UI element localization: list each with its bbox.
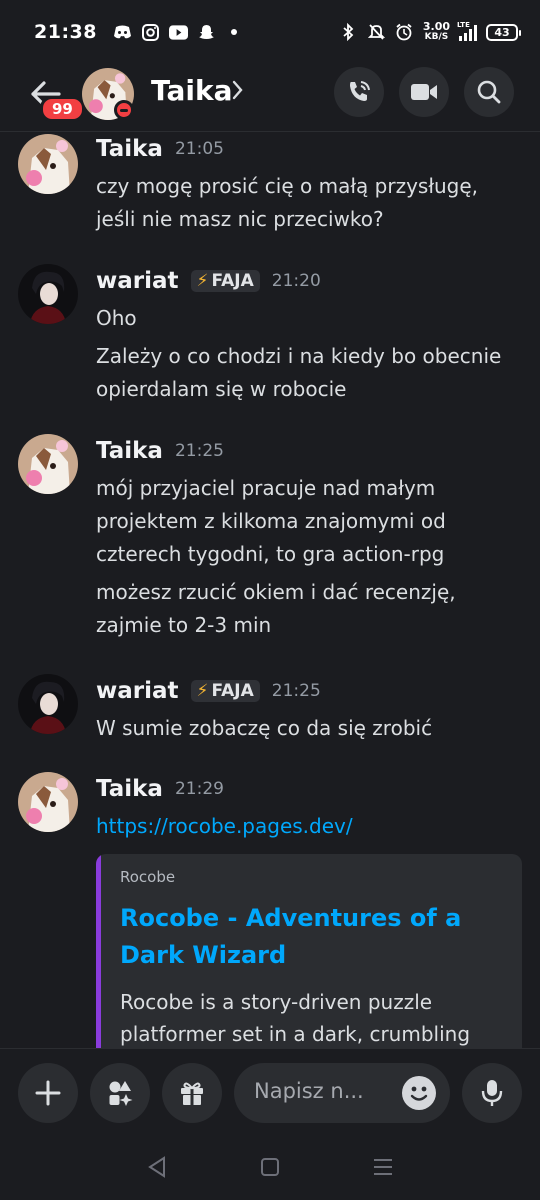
embed-description: Rocobe is a story-driven puzzle platform…	[120, 990, 471, 1046]
message-link: https://rocobe.pages.dev/	[96, 810, 516, 843]
status-time: 21:38	[34, 21, 97, 43]
message-input-placeholder: Napisz n...	[254, 1079, 364, 1103]
message-text: W sumie zobaczę co da się zrobić	[96, 716, 433, 740]
message-list[interactable]: Taika 21:05 czy mogę prosić cię o małą p…	[0, 132, 540, 1048]
notification-icons	[113, 23, 244, 42]
message-header: Taika 21:05	[96, 136, 224, 162]
message-text: Zależy o co chodzi i na kiedy bo obecnie…	[96, 344, 502, 401]
search-button[interactable]	[464, 67, 514, 117]
embed-provider[interactable]: Rocobe	[120, 868, 175, 886]
attach-button[interactable]	[18, 1063, 78, 1123]
timestamp: 21:20	[271, 271, 321, 291]
author-name[interactable]: wariat	[96, 678, 179, 704]
timestamp: 21:25	[174, 441, 224, 461]
timestamp: 21:29	[174, 779, 224, 799]
bell-muted-icon	[367, 23, 386, 42]
message-composer: Napisz n...	[0, 1048, 540, 1138]
status-right: 3.00 KB/S LTE 43	[339, 20, 521, 42]
emoji-icon[interactable]	[402, 1076, 436, 1110]
embed-accent-bar	[96, 854, 101, 1048]
message-header: wariat ⚡ FAJA 21:25	[96, 678, 321, 704]
phone-call-icon	[350, 81, 370, 101]
avatar[interactable]	[18, 134, 78, 194]
more-notifications-dot-icon	[225, 23, 244, 42]
search-icon	[477, 80, 501, 104]
chevron-right-icon[interactable]	[232, 80, 244, 104]
lightning-icon: ⚡	[196, 271, 209, 291]
net-speed: 3.00 KB/S	[422, 20, 450, 42]
apps-icon	[109, 1081, 133, 1106]
message-text: czy mogę prosić cię o małą przysługę, je…	[96, 174, 479, 231]
avatar[interactable]	[18, 434, 78, 494]
timestamp: 21:05	[174, 139, 224, 159]
signal-icon: LTE	[457, 21, 477, 41]
plus-icon	[35, 1080, 61, 1106]
avatar[interactable]	[18, 264, 78, 324]
nav-home-icon[interactable]	[259, 1156, 281, 1182]
status-dnd-indicator	[114, 100, 134, 120]
instagram-icon	[141, 23, 160, 42]
guild-tag-badge[interactable]: ⚡ FAJA	[190, 680, 260, 702]
bluetooth-icon	[339, 23, 358, 42]
youtube-icon	[168, 23, 188, 42]
lightning-icon: ⚡	[196, 681, 209, 701]
message-text: mój przyjaciel pracuje nad małym projekt…	[96, 476, 446, 566]
message-header: Taika 21:25	[96, 438, 224, 464]
snapchat-icon	[197, 23, 216, 42]
alarm-icon	[395, 23, 414, 42]
chat-header: 99 Taika	[0, 64, 540, 132]
unread-count-badge: 99	[40, 96, 85, 122]
gift-icon	[181, 1082, 203, 1105]
video-call-button[interactable]	[399, 67, 449, 117]
author-name[interactable]: Taika	[96, 776, 163, 802]
discord-icon	[113, 23, 132, 42]
status-bar: 21:38 3.00 KB/S LTE 43	[0, 0, 540, 64]
voice-call-button[interactable]	[334, 67, 384, 117]
message-text: możesz rzucić okiem i dać recenzję, zajm…	[96, 580, 456, 637]
battery-indicator: 43	[486, 23, 521, 41]
page-title[interactable]: Taika	[151, 74, 233, 107]
video-camera-icon	[411, 84, 437, 100]
apps-button[interactable]	[90, 1063, 150, 1123]
microphone-icon	[481, 1080, 503, 1106]
message-header: wariat ⚡ FAJA 21:20	[96, 268, 321, 294]
avatar[interactable]	[18, 674, 78, 734]
gift-button[interactable]	[162, 1063, 222, 1123]
timestamp: 21:25	[271, 681, 321, 701]
link-embed[interactable]: Rocobe Rocobe - Adventures of a Dark Wiz…	[96, 854, 522, 1048]
system-nav-bar	[0, 1138, 540, 1200]
message-text: Oho	[96, 306, 137, 330]
nav-recents-icon[interactable]	[372, 1156, 394, 1182]
avatar[interactable]	[18, 772, 78, 832]
link[interactable]: https://rocobe.pages.dev/	[96, 814, 353, 838]
author-name[interactable]: Taika	[96, 438, 163, 464]
embed-title[interactable]: Rocobe - Adventures of a Dark Wizard	[120, 900, 500, 974]
voice-message-button[interactable]	[462, 1063, 522, 1123]
nav-back-icon[interactable]	[146, 1156, 168, 1182]
author-name[interactable]: wariat	[96, 268, 179, 294]
author-name[interactable]: Taika	[96, 136, 163, 162]
message-input[interactable]: Napisz n...	[234, 1063, 450, 1123]
message-header: Taika 21:29	[96, 776, 224, 802]
guild-tag-badge[interactable]: ⚡ FAJA	[190, 270, 260, 292]
